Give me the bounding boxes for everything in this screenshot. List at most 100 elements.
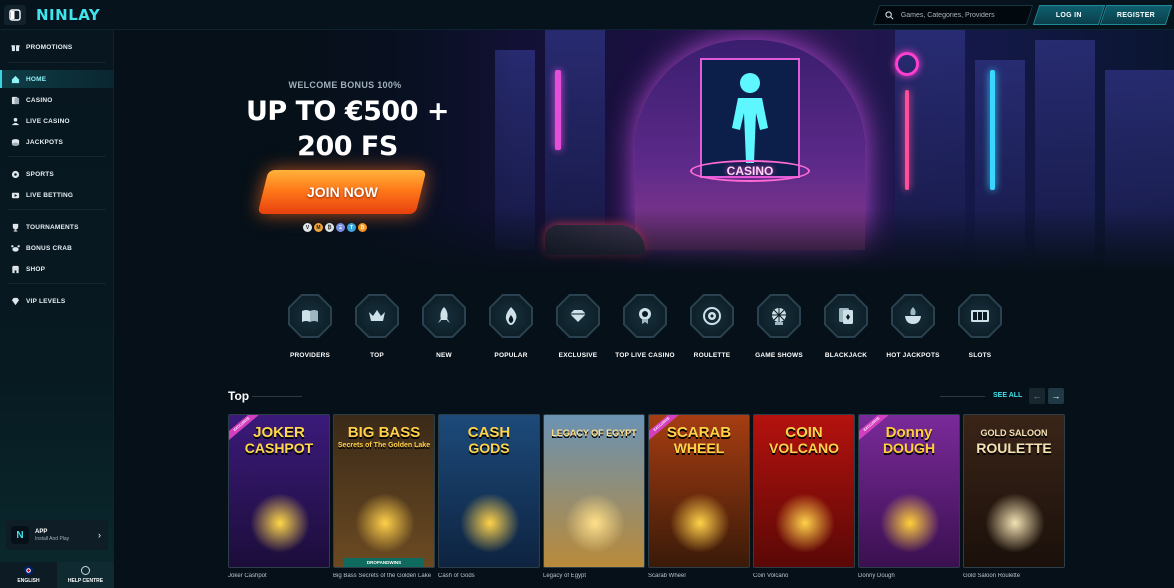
game-tile[interactable]: GOLD SALOON ROULETTE Gold Saloon Roulette	[963, 414, 1065, 579]
language-selector[interactable]: ENGLISH	[0, 562, 57, 588]
category-bar: PROVIDERS TOP NEW POPULAR EXCLUSIVE TOP …	[280, 294, 1015, 366]
neon-strip	[905, 90, 909, 190]
game-artwork-title: JOKER CASHPOT	[229, 425, 329, 456]
category-label: BLACKJACK	[824, 352, 868, 359]
game-thumbnail[interactable]: SCARAB WHEEL EXCLUSIVE	[648, 414, 750, 568]
category-roulette[interactable]: ROULETTE	[682, 294, 742, 359]
card-icon	[839, 308, 853, 324]
sidebar: PROMOTIONS HOME CASINO LIVE CASINO JACKP…	[0, 30, 114, 588]
see-all-link[interactable]: SEE ALL	[993, 392, 1022, 399]
login-button[interactable]: LOG IN	[1032, 5, 1106, 25]
crown-icon	[369, 310, 385, 321]
game-thumbnail[interactable]: Donny DOUGH EXCLUSIVE	[858, 414, 960, 568]
sidebar-item-tournaments[interactable]: TOURNAMENTS	[0, 218, 114, 236]
top-bar: NINLAY LOG IN REGISTER	[0, 0, 1174, 30]
sidebar-item-jackpots[interactable]: JACKPOTS	[0, 133, 114, 151]
sidebar-toggle-icon	[9, 8, 21, 21]
help-centre-button[interactable]: HELP CENTRE	[57, 562, 114, 588]
sidebar-item-label: VIP LEVELS	[26, 297, 66, 305]
chevron-right-icon: ›	[98, 530, 101, 540]
brand-logo[interactable]: NINLAY	[36, 6, 100, 24]
game-artwork-title: LEGACY OF EGYPT	[544, 425, 644, 441]
category-top-live-casino[interactable]: TOP LIVE CASINO	[615, 294, 675, 359]
category-game-shows[interactable]: GAME SHOWS	[749, 294, 809, 359]
game-artwork-title: BIG BASS Secrets of The Golden Lake	[334, 425, 434, 450]
game-thumbnail[interactable]: BIG BASS Secrets of The Golden Lake DROPAN…	[333, 414, 435, 568]
game-tile[interactable]: Donny DOUGH EXCLUSIVE Donny Dough	[858, 414, 960, 579]
sidebar-item-live-betting[interactable]: LIVE BETTING	[0, 186, 114, 204]
ball-icon	[10, 169, 20, 179]
welcome-bonus-text: WELCOME BONUS 100%	[288, 80, 402, 90]
game-artwork-subtitle: DOUGH	[882, 440, 936, 456]
game-name: Donny Dough	[858, 573, 895, 579]
category-slots[interactable]: SLOTS	[950, 294, 1010, 359]
login-label: LOG IN	[1056, 11, 1082, 19]
app-logo: N	[11, 526, 29, 544]
sidebar-item-shop[interactable]: SHOP	[0, 260, 114, 278]
game-artwork-title-line: BIG BASS	[347, 424, 421, 441]
game-character-art	[355, 493, 415, 553]
sidebar-item-sports[interactable]: SPORTS	[0, 165, 114, 183]
category-new[interactable]: NEW	[414, 294, 474, 359]
carousel-next-button[interactable]: →	[1048, 388, 1064, 404]
game-artwork-title-line: CASH	[467, 424, 511, 441]
category-label: EXCLUSIVE	[558, 352, 598, 359]
register-button[interactable]: REGISTER	[1099, 5, 1173, 25]
sidebar-item-vip-levels[interactable]: VIP LEVELS	[0, 292, 114, 310]
cards-icon	[10, 95, 20, 105]
uk-flag-icon	[24, 566, 33, 575]
search-input[interactable]	[901, 11, 1021, 19]
sidebar-divider	[8, 156, 106, 157]
game-thumbnail[interactable]: CASH GODS	[438, 414, 540, 568]
search-box[interactable]	[872, 5, 1034, 25]
game-artwork-subtitle: WHEEL	[673, 440, 725, 456]
game-tile[interactable]: JOKER CASHPOT EXCLUSIVE Joker Cashpot	[228, 414, 330, 579]
sidebar-toggle-button[interactable]	[4, 4, 26, 25]
game-character-art	[565, 493, 625, 553]
game-thumbnail[interactable]: LEGACY OF EGYPT	[543, 414, 645, 568]
sidebar-item-label: SHOP	[26, 265, 46, 273]
category-label: ROULETTE	[693, 352, 731, 359]
game-name: Big Bass Secrets of the Golden Lake	[333, 573, 432, 579]
game-name: Gold Saloon Roulette	[963, 573, 1021, 579]
app-title: APP	[35, 528, 48, 535]
sidebar-item-casino[interactable]: CASINO	[0, 91, 114, 109]
app-subtitle: Install And Play	[35, 535, 70, 542]
arrow-left-icon: ←	[1032, 391, 1042, 401]
help-icon	[81, 566, 90, 575]
offer-headline: UP TO €500 + 200 FS	[235, 94, 460, 164]
game-thumbnail[interactable]: JOKER CASHPOT EXCLUSIVE	[228, 414, 330, 568]
live-icon	[10, 190, 20, 200]
sidebar-item-live-casino[interactable]: LIVE CASINO	[0, 112, 114, 130]
sidebar-item-bonus-crab[interactable]: BONUS CRAB	[0, 239, 114, 257]
game-tile[interactable]: BIG BASS Secrets of The Golden Lake DROPAN…	[333, 414, 435, 579]
game-tile[interactable]: LEGACY OF EGYPT Legacy of Egypt	[543, 414, 645, 579]
sidebar-item-home[interactable]: HOME	[0, 70, 114, 88]
category-popular[interactable]: POPULAR	[481, 294, 541, 359]
game-character-art	[670, 493, 730, 553]
app-install-card[interactable]: N APP Install And Play ›	[6, 520, 108, 550]
join-now-button[interactable]: JOIN NOW	[257, 170, 427, 214]
sidebar-item-label: PROMOTIONS	[26, 43, 73, 51]
game-name: Scarab Wheel	[648, 573, 686, 579]
game-artwork-title: SCARAB WHEEL	[649, 425, 749, 456]
game-thumbnail[interactable]: COIN VOLCANO	[753, 414, 855, 568]
crab-icon	[10, 243, 20, 253]
category-blackjack[interactable]: BLACKJACK	[816, 294, 876, 359]
category-exclusive[interactable]: EXCLUSIVE	[548, 294, 608, 359]
sidebar-divider	[8, 283, 106, 284]
category-providers[interactable]: PROVIDERS	[280, 294, 340, 359]
category-hot-jackpots[interactable]: HOT JACKPOTS	[883, 294, 943, 359]
game-tile[interactable]: COIN VOLCANO Coin Volcano	[753, 414, 855, 579]
category-label: SLOTS	[968, 352, 992, 359]
category-top[interactable]: TOP	[347, 294, 407, 359]
carousel-prev-button[interactable]: ←	[1029, 388, 1045, 404]
game-tile[interactable]: CASH GODS Cash of Gods	[438, 414, 540, 579]
sidebar-item-promotions[interactable]: PROMOTIONS	[0, 38, 114, 56]
join-now-label: JOIN NOW	[306, 184, 378, 200]
game-tile[interactable]: SCARAB WHEEL EXCLUSIVE Scarab Wheel	[648, 414, 750, 579]
btc-orange-icon: ₿	[358, 223, 367, 232]
shop-icon	[10, 264, 20, 274]
help-label: HELP CENTRE	[67, 578, 104, 584]
game-thumbnail[interactable]: GOLD SALOON ROULETTE	[963, 414, 1065, 568]
